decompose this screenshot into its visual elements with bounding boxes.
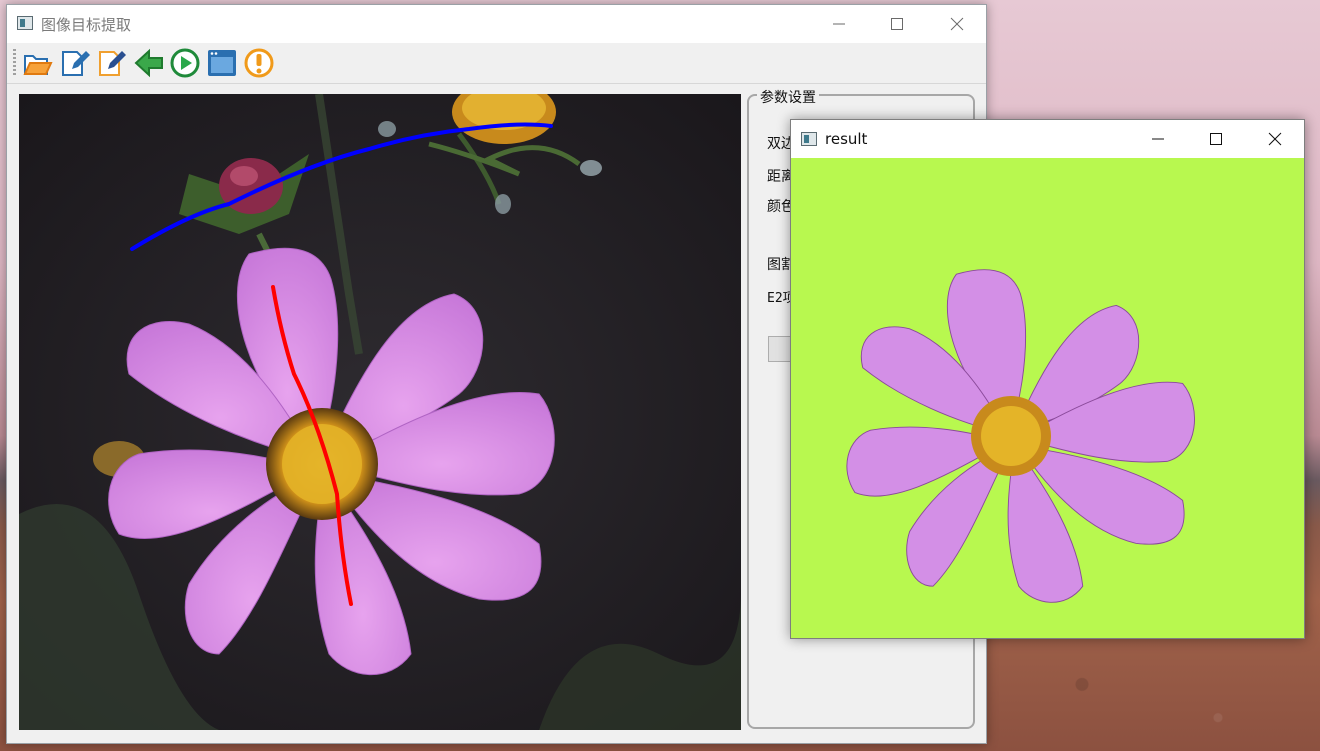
toolbar	[7, 43, 986, 84]
minimize-icon	[1152, 138, 1164, 140]
minimize-icon	[833, 23, 845, 25]
open-folder-icon	[23, 55, 53, 75]
app-icon	[17, 16, 33, 30]
close-icon	[950, 17, 964, 31]
title-bar: 图像目标提取	[7, 5, 986, 43]
result-maximize-button[interactable]	[1187, 120, 1245, 158]
result-app-icon	[801, 132, 817, 146]
close-button[interactable]	[928, 5, 986, 43]
extracted-flower	[791, 158, 1304, 638]
warning-button[interactable]	[243, 47, 275, 79]
result-title-bar: result	[791, 120, 1304, 158]
result-window-title: result	[825, 130, 868, 148]
pen-edit-icon	[99, 51, 126, 76]
result-minimize-button[interactable]	[1129, 120, 1187, 158]
close-icon	[1268, 132, 1282, 146]
window-button[interactable]	[206, 47, 238, 79]
maximize-icon	[1210, 133, 1222, 145]
maximize-button[interactable]	[868, 5, 926, 43]
result-window: result	[790, 119, 1305, 639]
result-image	[791, 158, 1304, 638]
window-icon	[208, 50, 236, 76]
maximize-icon	[891, 18, 903, 30]
edit-document-button[interactable]	[59, 47, 91, 79]
image-canvas[interactable]	[19, 94, 741, 730]
toolbar-grip	[13, 49, 16, 77]
window-title: 图像目标提取	[41, 16, 132, 34]
back-arrow-icon	[134, 48, 163, 78]
play-icon	[170, 48, 200, 78]
pen-edit-button[interactable]	[96, 47, 128, 79]
back-button[interactable]	[133, 47, 165, 79]
params-legend: 参数设置	[757, 87, 819, 107]
desktop-background	[980, 640, 1320, 751]
flower-image	[19, 94, 741, 730]
result-close-button[interactable]	[1246, 120, 1304, 158]
warning-icon	[244, 48, 274, 78]
minimize-button[interactable]	[810, 5, 868, 43]
edit-document-icon	[62, 51, 90, 76]
open-folder-button[interactable]	[21, 47, 53, 79]
run-button[interactable]	[169, 47, 201, 79]
